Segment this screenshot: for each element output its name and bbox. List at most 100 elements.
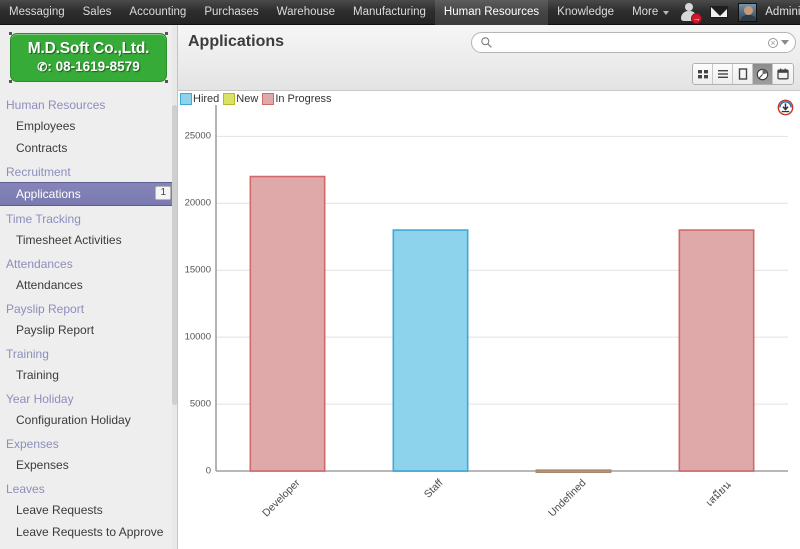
main-pane: Applications × Hired New In Progress 0 5… <box>178 25 800 549</box>
sidebar-item-label: Employees <box>16 119 76 133</box>
list-icon <box>717 70 728 78</box>
sidebar-group-leaves: Leaves <box>6 482 45 496</box>
legend-label: In Progress <box>275 93 332 105</box>
menu-item-label: More <box>632 6 659 18</box>
bar-developer[interactable] <box>249 175 326 472</box>
legend-entry-in-progress[interactable]: In Progress <box>260 93 334 105</box>
search-box[interactable]: × <box>471 32 796 53</box>
sidebar-item-attendances[interactable]: Attendances <box>0 274 177 296</box>
sidebar-item-label: Contracts <box>16 141 68 155</box>
sidebar: M.D.Soft Co.,Ltd. ✆: 08-1619-8579 Human … <box>0 25 178 549</box>
menu-item-knowledge[interactable]: Knowledge <box>548 0 623 25</box>
phone-icon: ✆ <box>37 60 48 74</box>
page-title: Applications <box>188 33 285 50</box>
menu-item-label: Manufacturing <box>353 6 426 18</box>
main-menu: Messaging Sales Accounting Purchases Warehou… <box>0 0 678 25</box>
menu-item-label: Purchases <box>204 6 259 18</box>
sidebar-item-label: Training <box>16 368 59 382</box>
menu-item-messaging[interactable]: Messaging <box>0 0 74 25</box>
legend-swatch <box>180 93 192 105</box>
chevron-down-icon <box>663 10 670 15</box>
bar-เสมียน[interactable] <box>678 229 755 472</box>
sidebar-group-attendances: Attendances <box>6 257 73 271</box>
form-icon <box>738 68 747 80</box>
main-header: Applications × <box>178 25 800 91</box>
sidebar-nav: Human Resources Employees Contracts Recruit… <box>0 92 177 549</box>
list-view-button[interactable] <box>713 64 733 84</box>
menu-item-label: Messaging <box>9 6 65 18</box>
chart-plot: 0 5000 10000 15000 20000 25000 Developer Staff U… <box>178 91 800 549</box>
avatar[interactable] <box>738 2 758 22</box>
clear-icon[interactable]: × <box>768 37 778 48</box>
bar-staff[interactable] <box>392 229 469 472</box>
search-icon <box>481 37 492 48</box>
calendar-view-button[interactable] <box>773 64 793 84</box>
sidebar-item-timesheet-activities[interactable]: Timesheet Activities <box>0 229 177 251</box>
sidebar-item-label: Leave Requests to Approve <box>16 525 164 539</box>
legend-label: New <box>236 93 259 105</box>
menu-item-warehouse[interactable]: Warehouse <box>268 0 344 25</box>
legend-label: Hired <box>193 93 220 105</box>
y-tick-label: 25000 <box>184 130 211 142</box>
sidebar-item-badge: 1 <box>155 186 171 200</box>
sidebar-item-payslip-report[interactable]: Payslip Report <box>0 319 177 341</box>
sidebar-item-label: Applications <box>16 187 81 201</box>
menu-item-more[interactable]: More <box>623 0 678 25</box>
sidebar-item-allocation-requests[interactable]: Allocation Requests <box>0 543 177 549</box>
sidebar-scrollbar-thumb[interactable] <box>172 105 177 405</box>
sidebar-item-label: Timesheet Activities <box>16 233 122 247</box>
sidebar-item-employees[interactable]: Employees <box>0 115 177 137</box>
sidebar-group-recruitment: Recruitment <box>6 165 71 179</box>
menu-item-label: Human Resources <box>443 6 540 18</box>
menu-item-human-resources[interactable]: Human Resources <box>434 0 549 25</box>
search-input[interactable] <box>493 34 768 51</box>
bar-undefined[interactable] <box>535 469 612 473</box>
top-bar-user-area: → Administrator <box>678 0 800 24</box>
y-tick-label: 20000 <box>184 197 211 209</box>
legend-entry-new[interactable]: New <box>221 93 261 105</box>
phone-number: 08-1619-8579 <box>55 59 140 74</box>
person-add-icon[interactable]: → <box>678 1 703 24</box>
sidebar-item-leave-requests-to-approve[interactable]: Leave Requests to Approve <box>0 521 177 543</box>
sidebar-item-expenses[interactable]: Expenses <box>0 454 177 476</box>
sidebar-item-contracts[interactable]: Contracts <box>0 137 177 159</box>
sidebar-item-training[interactable]: Training <box>0 364 177 386</box>
company-logo: M.D.Soft Co.,Ltd. ✆: 08-1619-8579 <box>9 32 168 83</box>
y-tick-label: 0 <box>205 465 211 477</box>
view-switcher <box>692 63 794 85</box>
sidebar-group-human-resources: Human Resources <box>6 98 106 112</box>
menu-item-label: Warehouse <box>276 6 336 18</box>
menu-item-manufacturing[interactable]: Manufacturing <box>344 0 435 25</box>
sidebar-item-leave-requests[interactable]: Leave Requests <box>0 499 177 521</box>
user-name[interactable]: Administrator <box>765 6 800 18</box>
top-menu-bar: Messaging Sales Accounting Purchases Warehou… <box>0 0 800 25</box>
mail-icon[interactable] <box>708 1 730 23</box>
menu-item-label: Accounting <box>129 6 187 18</box>
person-add-badge: → <box>691 13 703 24</box>
company-name: M.D.Soft Co.,Ltd. <box>27 40 150 57</box>
menu-item-label: Knowledge <box>557 6 615 18</box>
menu-item-accounting[interactable]: Accounting <box>120 0 195 25</box>
form-view-button[interactable] <box>733 64 753 84</box>
legend-entry-hired[interactable]: Hired <box>178 93 222 105</box>
company-logo-wrap: M.D.Soft Co.,Ltd. ✆: 08-1619-8579 <box>0 25 177 92</box>
sidebar-group-payslip-report: Payslip Report <box>6 302 85 316</box>
menu-item-sales[interactable]: Sales <box>74 0 121 25</box>
sidebar-item-label: Configuration Holiday <box>16 413 131 427</box>
graph-view-button[interactable] <box>753 64 773 84</box>
sidebar-item-applications[interactable]: Applications 1 <box>0 182 177 206</box>
sidebar-item-label: Leave Requests <box>16 503 103 517</box>
menu-item-purchases[interactable]: Purchases <box>195 0 267 25</box>
company-phone: ✆: 08-1619-8579 <box>15 59 162 74</box>
chevron-down-icon[interactable] <box>781 40 789 45</box>
sidebar-item-label: Payslip Report <box>16 323 95 337</box>
sidebar-item-configuration-holiday[interactable]: Configuration Holiday <box>0 409 177 431</box>
y-tick-label: 5000 <box>189 398 211 410</box>
phone-separator: : <box>47 59 52 74</box>
sidebar-scrollbar[interactable] <box>172 25 177 549</box>
y-tick-label: 15000 <box>184 264 211 276</box>
kanban-view-button[interactable] <box>693 64 713 84</box>
download-icon[interactable] <box>777 99 794 116</box>
chart-legend: Hired New In Progress <box>178 93 334 105</box>
menu-item-label: Sales <box>82 6 112 18</box>
